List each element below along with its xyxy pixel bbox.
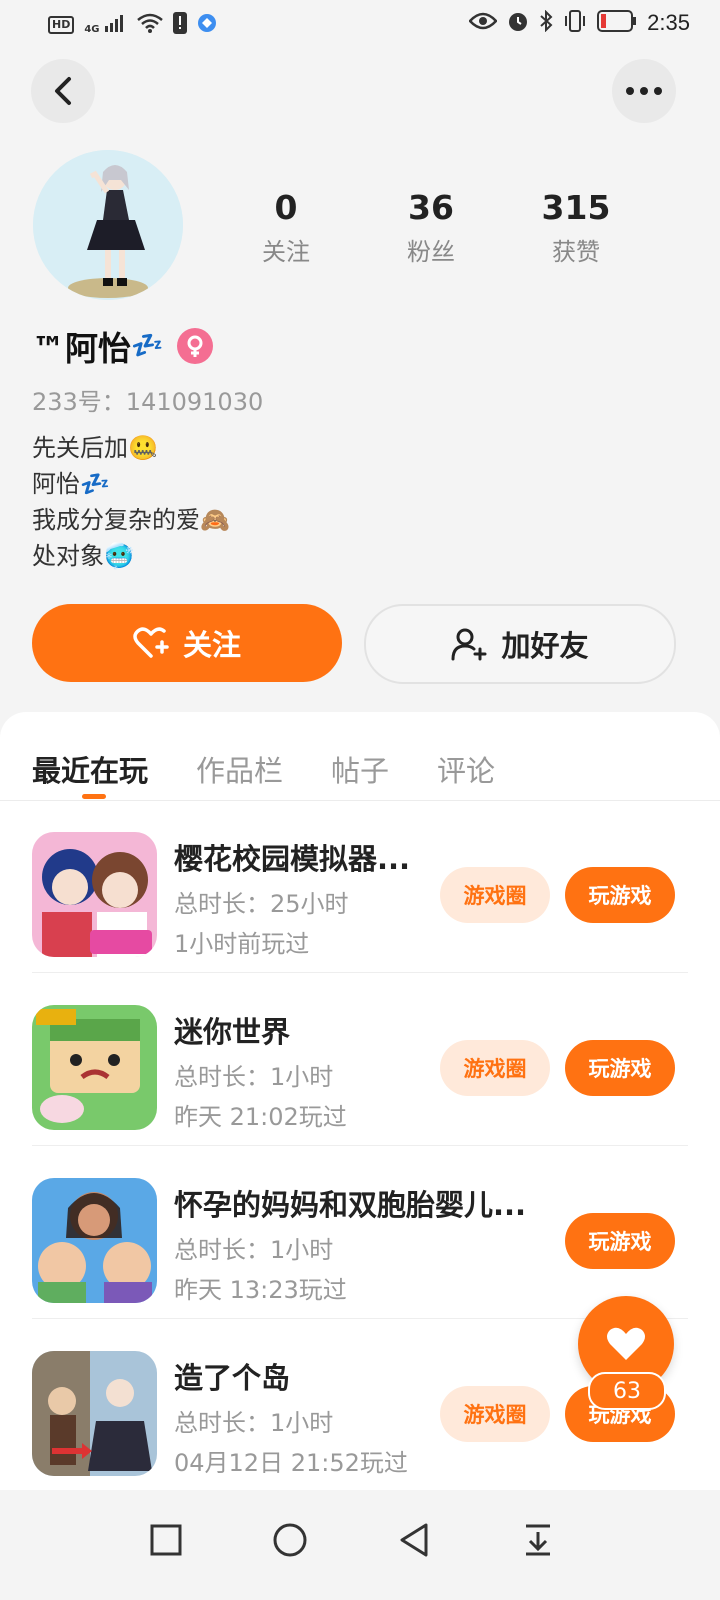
tab-bar: 最近在玩 作品栏 帖子 评论 — [32, 748, 495, 790]
game-last-played: 昨天 13:23玩过 — [174, 1276, 347, 1304]
stat-label: 关注 — [262, 238, 310, 266]
game-row[interactable]: 迷你世界 总时长：1小时 昨天 21:02玩过 游戏圈 玩游戏 — [0, 973, 720, 1146]
system-nav-bar — [0, 1490, 720, 1600]
add-friend-button[interactable]: 加好友 — [364, 604, 676, 684]
game-title: 樱花校园模拟器... — [174, 842, 411, 876]
chevron-left-icon — [55, 77, 71, 105]
heart-icon — [607, 1327, 645, 1360]
game-last-played: 昨天 21:02玩过 — [174, 1103, 347, 1131]
game-circle-button[interactable]: 游戏圈 — [440, 1386, 550, 1442]
bluetooth-icon — [539, 9, 553, 36]
hd-icon: HD — [48, 16, 75, 34]
like-count: 63 — [588, 1372, 666, 1410]
recent-apps-button[interactable] — [136, 1510, 196, 1570]
tab-works[interactable]: 作品栏 — [196, 748, 283, 790]
tab-comments[interactable]: 评论 — [437, 748, 495, 790]
tab-posts[interactable]: 帖子 — [331, 748, 389, 790]
sakura-school-game-icon — [32, 832, 157, 957]
game-row[interactable]: 樱花校园模拟器... 总时长：25小时 1小时前玩过 游戏圈 玩游戏 — [0, 800, 720, 973]
heart-plus-icon — [133, 627, 169, 658]
more-dots-icon — [626, 87, 662, 95]
back-button[interactable] — [31, 59, 95, 123]
game-row[interactable]: 怀孕的妈妈和双胞胎婴儿... 总时长：1小时 昨天 13:23玩过 玩游戏 — [0, 1146, 720, 1319]
game-duration: 总时长：1小时 — [174, 1409, 334, 1437]
pregnant-mom-twins-game-icon — [32, 1178, 157, 1303]
game-last-played: 04月12日 21:52玩过 — [174, 1449, 408, 1477]
island-game-icon — [32, 1351, 157, 1476]
bio-line: 处对象 🥶 — [32, 538, 230, 574]
stat-following[interactable]: 0 关注 — [226, 188, 346, 267]
add-friend-label: 加好友 — [501, 629, 589, 663]
bio: 先关后加 🤐 阿怡 💤 我成分复杂的爱 🙈 处对象 🥶 — [32, 430, 230, 574]
eye-icon — [468, 11, 498, 35]
see-no-evil-monkey-emoji: 🙈 — [200, 506, 230, 534]
game-duration: 总时长：1小时 — [174, 1063, 334, 1091]
stat-label: 粉丝 — [407, 238, 455, 266]
vibrate-icon — [563, 10, 587, 36]
triangle-back-icon — [400, 1523, 428, 1557]
app-icon — [197, 13, 217, 37]
add-user-icon — [451, 628, 487, 661]
game-title: 造了个岛 — [174, 1361, 291, 1395]
stat-fans[interactable]: 36 粉丝 — [371, 188, 491, 267]
bio-line: 阿怡 💤 — [32, 466, 230, 502]
female-gender-icon — [177, 328, 214, 364]
game-title: 迷你世界 — [174, 1015, 291, 1049]
alert-icon — [172, 12, 187, 38]
square-icon — [150, 1524, 182, 1556]
pull-down-icon — [526, 1524, 550, 1556]
stat-likes[interactable]: 315 获赞 — [516, 188, 636, 267]
stat-value: 36 — [408, 188, 454, 227]
game-circle-button[interactable]: 游戏圈 — [440, 1040, 550, 1096]
follow-label: 关注 — [182, 628, 241, 662]
game-circle-button[interactable]: 游戏圈 — [440, 867, 550, 923]
clock: 2:35 — [647, 10, 690, 35]
bio-line: 我成分复杂的爱 🙈 — [32, 502, 230, 538]
user-id: 233号：141091030 — [32, 388, 264, 416]
follow-button[interactable]: 关注 — [32, 604, 342, 682]
stat-value: 315 — [541, 188, 611, 227]
play-game-button[interactable]: 玩游戏 — [565, 867, 675, 923]
back-nav-button[interactable] — [384, 1510, 444, 1570]
mini-world-game-icon — [32, 1005, 157, 1130]
game-title: 怀孕的妈妈和双胞胎婴儿... — [174, 1188, 527, 1222]
game-duration: 总时长：1小时 — [174, 1236, 334, 1264]
wifi-icon — [136, 13, 163, 37]
zzz-emoji: 💤 — [131, 331, 164, 361]
game-last-played: 1小时前玩过 — [174, 930, 310, 958]
cold-face-emoji: 🥶 — [104, 542, 134, 570]
circle-icon — [273, 1523, 307, 1557]
game-duration: 总时长：25小时 — [174, 890, 349, 918]
status-bar: HD 4G 2:35 — [0, 0, 720, 48]
signal-icon: 4G — [84, 14, 126, 36]
stat-label: 获赞 — [552, 238, 600, 266]
notification-pull-button[interactable] — [508, 1510, 568, 1570]
bio-line: 先关后加 🤐 — [32, 430, 230, 466]
play-game-button[interactable]: 玩游戏 — [565, 1040, 675, 1096]
zipper-mouth-emoji: 🤐 — [128, 434, 158, 462]
username: ™阿怡 — [32, 329, 131, 368]
active-tab-indicator — [82, 794, 106, 799]
name-row: ™阿怡 💤 — [32, 322, 214, 370]
zzz-emoji: 💤 — [80, 470, 110, 498]
play-game-button[interactable]: 玩游戏 — [565, 1213, 675, 1269]
more-button[interactable] — [612, 59, 676, 123]
stat-value: 0 — [274, 188, 298, 227]
avatar[interactable] — [33, 150, 183, 300]
tab-recently-played[interactable]: 最近在玩 — [32, 748, 148, 790]
anime-girl-avatar-image — [33, 150, 183, 300]
home-button[interactable] — [260, 1510, 320, 1570]
alarm-icon — [507, 10, 529, 36]
battery-icon — [597, 10, 637, 36]
